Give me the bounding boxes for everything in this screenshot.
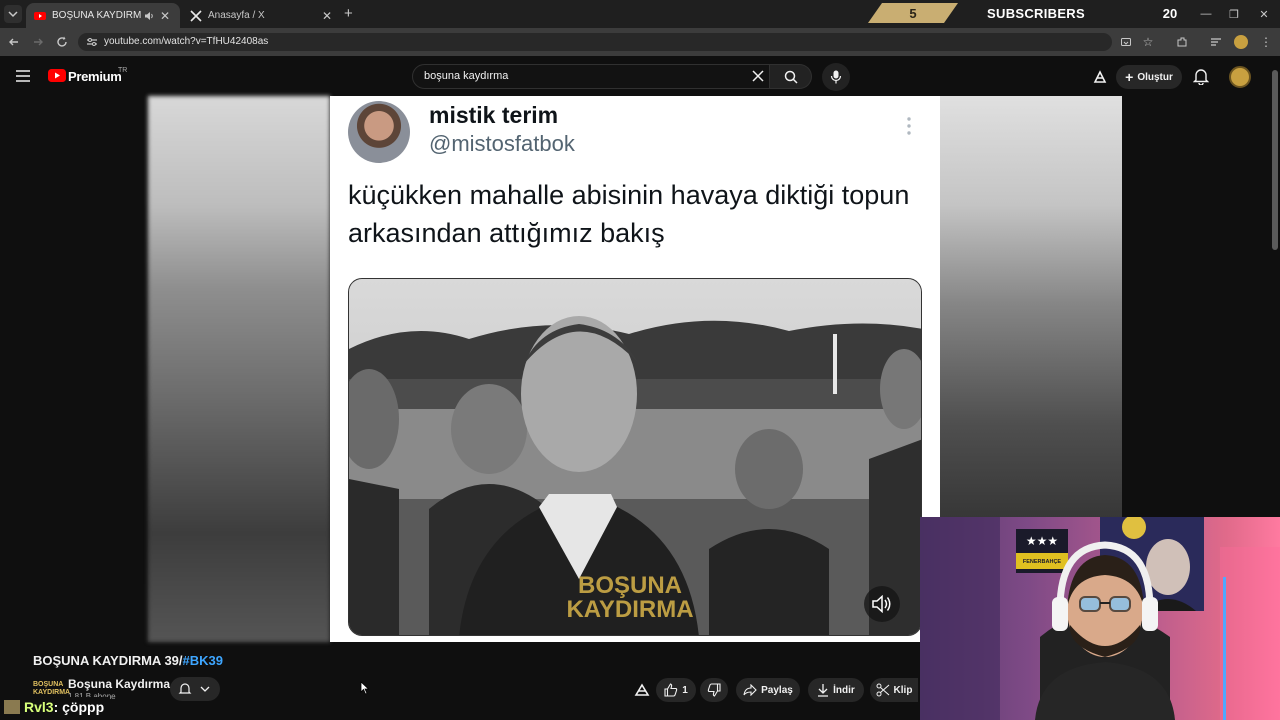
back-icon[interactable]	[6, 34, 22, 50]
mouse-cursor	[360, 681, 370, 695]
minimize-icon[interactable]: —	[1198, 6, 1214, 22]
channel-name[interactable]: Boşuna Kaydırma	[68, 677, 170, 691]
download-icon	[818, 684, 829, 697]
tweet-author-name: mistik terim	[429, 102, 559, 128]
chevron-down-icon	[200, 686, 210, 692]
like-count: 1	[682, 684, 688, 696]
x-logo-icon	[190, 9, 202, 22]
chat-text: : çöppp	[53, 698, 105, 715]
create-button[interactable]: + Oluştur	[1116, 65, 1182, 89]
thumbs-down-icon	[707, 683, 721, 697]
scissors-icon	[876, 683, 889, 697]
share-label: Paylaş	[761, 684, 793, 696]
like-button[interactable]: 1	[656, 678, 696, 702]
youtube-logo-icon[interactable]	[48, 69, 66, 82]
search-query[interactable]: boşuna kaydırma	[424, 70, 508, 82]
tab-search-button[interactable]	[4, 5, 22, 23]
site-info-icon[interactable]	[86, 37, 98, 47]
plus-icon: +	[1125, 69, 1134, 85]
restore-icon[interactable]: ❐	[1226, 6, 1242, 22]
microphone-icon	[830, 70, 842, 84]
voice-search-button[interactable]	[822, 63, 850, 91]
url-text[interactable]: youtube.com/watch?v=TfHU42408as	[104, 36, 268, 47]
region-code: TR	[118, 67, 128, 74]
chat-user-avatar	[4, 699, 20, 714]
streamer-webcam: ★★★ FENERBAHÇE	[920, 517, 1280, 720]
cast-icon[interactable]	[1118, 34, 1134, 50]
video-watermark: BOŞUNA KAYDIRMA	[566, 572, 694, 623]
tab-x[interactable]: Anasayfa / X ✕	[182, 3, 342, 28]
svg-text:FENERBAHÇE: FENERBAHÇE	[1023, 559, 1062, 565]
mute-button[interactable]	[864, 586, 900, 622]
sparkle-ask-icon[interactable]	[634, 683, 650, 697]
reading-list-icon[interactable]	[1208, 34, 1224, 50]
browser-menu-icon[interactable]: ⋮	[1258, 34, 1274, 50]
clip-sparkle-icon[interactable]	[1092, 69, 1108, 85]
extensions-icon[interactable]	[1174, 34, 1190, 50]
speaker-icon[interactable]	[144, 11, 154, 21]
download-button[interactable]: İndir	[808, 678, 864, 702]
forward-icon[interactable]	[30, 34, 46, 50]
profile-avatar[interactable]	[1234, 35, 1248, 49]
close-tab-icon[interactable]: ✕	[158, 9, 172, 23]
bookmark-star-icon[interactable]: ☆	[1140, 34, 1156, 50]
close-window-icon[interactable]: ✕	[1256, 6, 1272, 22]
chat-message: Rvl3 : çöppp	[0, 697, 111, 716]
youtube-favicon-icon	[34, 11, 46, 20]
chat-username: Rvl3	[24, 698, 54, 715]
reload-icon[interactable]	[54, 34, 70, 50]
tweet-author-handle: @mistosfatbok	[429, 131, 575, 156]
search-icon	[784, 70, 798, 84]
subscriber-label: SUBSCRIBERS	[987, 5, 1085, 21]
chevron-down-icon	[8, 11, 18, 18]
svg-text:★★★: ★★★	[1026, 534, 1058, 548]
tweet-avatar	[348, 101, 410, 163]
tab-title: BOŞUNA KAYDIRMA 39/#BK39	[52, 10, 141, 21]
new-tab-button[interactable]: +	[344, 6, 353, 21]
hashtag-link[interactable]: #BK39	[183, 653, 223, 668]
account-avatar[interactable]	[1229, 66, 1251, 88]
subscriber-count: 5	[868, 3, 958, 23]
search-button[interactable]	[770, 64, 812, 89]
hamburger-menu-icon[interactable]	[16, 70, 30, 82]
video-blur-background-left	[148, 96, 330, 642]
speaker-icon	[872, 595, 891, 613]
page-scrollbar[interactable]	[1272, 70, 1278, 250]
subscription-bell-button[interactable]	[170, 677, 220, 701]
tweet-text: küçükken mahalle abisinin havaya diktiği…	[348, 180, 910, 248]
thumbs-up-icon	[664, 683, 678, 697]
youtube-premium-logo[interactable]: Premium	[68, 69, 122, 84]
notifications-bell-icon[interactable]	[1193, 68, 1209, 85]
download-label: İndir	[833, 684, 855, 696]
tab-youtube[interactable]: BOŞUNA KAYDIRMA 39/#BK39 ✕	[26, 3, 180, 28]
bell-icon	[178, 683, 192, 694]
video-title: BOŞUNA KAYDIRMA 39/#BK39	[33, 653, 223, 668]
dislike-button[interactable]	[700, 678, 728, 702]
tab-title: Anasayfa / X	[208, 10, 265, 21]
webcam-scene: ★★★ FENERBAHÇE	[920, 517, 1280, 720]
create-label: Oluştur	[1137, 71, 1173, 83]
clip-button[interactable]: Klip	[870, 678, 918, 702]
share-button[interactable]: Paylaş	[736, 678, 800, 702]
clip-label: Klip	[893, 684, 913, 696]
share-arrow-icon	[743, 684, 757, 696]
subscriber-goal: 20	[1162, 5, 1178, 21]
clear-search-icon[interactable]	[752, 70, 764, 82]
tweet-more-icon	[905, 116, 913, 136]
close-tab-icon[interactable]: ✕	[320, 9, 334, 23]
